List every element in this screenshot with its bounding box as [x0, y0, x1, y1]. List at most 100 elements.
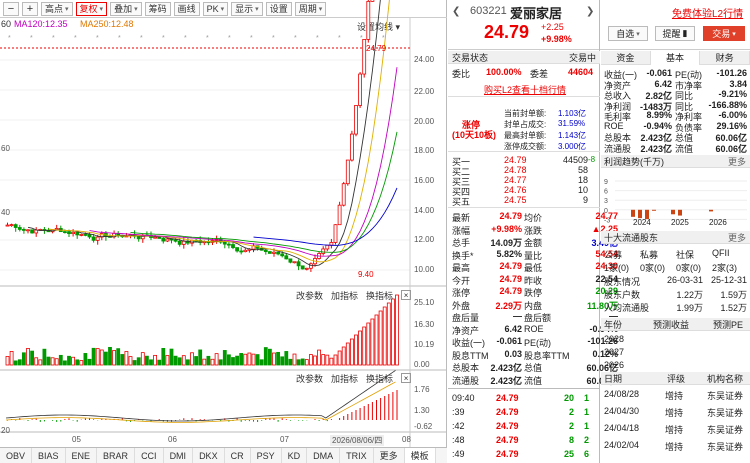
candle-body: [300, 265, 305, 270]
profit-axis-tick: 9: [604, 179, 608, 186]
close-icon[interactable]: ×: [401, 290, 412, 300]
quote-label: 今开: [452, 275, 471, 286]
divider: [448, 151, 600, 152]
volume-bar: [13, 360, 18, 366]
ma-line: [89, 67, 398, 257]
event-marker: *: [206, 35, 209, 42]
add-indicator-button[interactable]: 加指标: [331, 372, 358, 385]
event-marker: *: [96, 35, 99, 42]
candle-body: [173, 239, 178, 242]
volume-bar: [222, 350, 227, 366]
fund-value: -101.26: [716, 68, 747, 78]
more-link[interactable]: 更多: [728, 231, 746, 244]
quote-label: ROE: [524, 323, 544, 334]
candle-body: [95, 236, 100, 241]
candle-body: [358, 73, 363, 106]
candle-body: [9, 224, 14, 227]
rating-date: 24/04/30: [604, 406, 640, 416]
indicator-tab[interactable]: CCI: [135, 447, 164, 463]
fundamentals-tab[interactable]: 财务: [700, 50, 750, 65]
x-label: 05: [72, 435, 81, 444]
edit-params-button[interactable]: 改参数: [296, 289, 323, 302]
buy-level-price: 24.77: [504, 175, 527, 185]
volume-bar: [46, 356, 51, 366]
event-marker: *: [316, 35, 319, 42]
fundamentals-tab[interactable]: 基本: [650, 50, 701, 65]
event-marker: *: [294, 35, 297, 42]
candle-body: [5, 224, 10, 227]
low-price-mark: 9.40: [358, 270, 374, 279]
candle-body: [157, 236, 162, 239]
rating-header: 日期 评级 机构名称: [601, 372, 750, 385]
profit-bar: [671, 209, 675, 215]
volume-bar: [296, 359, 301, 366]
candle-body: [87, 234, 92, 238]
limit-up-days: (10天10板): [452, 130, 497, 140]
volume-bar: [317, 349, 322, 366]
edit-params-button[interactable]: 改参数: [296, 372, 323, 385]
close-icon[interactable]: ×: [401, 373, 412, 383]
candle-body: [136, 235, 141, 240]
holder-value: 1.22万: [676, 290, 703, 300]
volume-bar: [9, 350, 14, 366]
macd-tick: -0.62: [414, 422, 433, 431]
volume-bar: [173, 355, 178, 366]
volume-bar: [5, 356, 10, 366]
indicator-tab[interactable]: OBV: [0, 447, 33, 463]
indicator-tab[interactable]: BIAS: [32, 447, 66, 463]
swap-indicator-button[interactable]: 换指标: [366, 372, 393, 385]
indicator-tab[interactable]: ENE: [66, 447, 98, 463]
trade-status: 交易中: [568, 52, 596, 63]
buy-level-price: 24.75: [504, 195, 527, 205]
volume-bar: [214, 353, 219, 366]
add-indicator-button[interactable]: 加指标: [331, 289, 358, 302]
indicator-tab[interactable]: DMI: [164, 447, 194, 463]
buy-l2-link[interactable]: 购买L2查看十档行情: [484, 83, 566, 96]
volume-bar: [157, 359, 162, 366]
indicator-tab[interactable]: KD: [282, 447, 308, 463]
indicator-tab[interactable]: BRAR: [97, 447, 136, 463]
volume-bar: [337, 350, 342, 366]
event-marker: *: [272, 35, 275, 42]
candle-body: [370, 0, 375, 2]
kline-chart-panel[interactable]: − + 高点 ▾ 复权 ▾ 叠加 ▾ 筹码 画线 PK ▾ 显示 ▾ 设置 周期 ▾ 60 …: [0, 0, 447, 463]
rating-grade: 增持: [665, 391, 684, 401]
fundamentals-tab[interactable]: 资金: [601, 50, 651, 65]
tick-volume: 25: [563, 449, 574, 459]
indicator-tab[interactable]: PSY: [251, 447, 282, 463]
more-link[interactable]: 更多: [728, 155, 746, 168]
indicator-tab[interactable]: CR: [225, 447, 251, 463]
candle-body: [181, 240, 186, 245]
volume-bar: [304, 359, 309, 366]
indicator-tab[interactable]: 模板: [404, 447, 436, 463]
tick-volume: 8: [568, 435, 574, 445]
quote-value: 0.03: [504, 348, 522, 359]
volume-bar: [247, 352, 252, 366]
volume-bar: [75, 359, 80, 366]
indicator-tab[interactable]: DMA: [307, 447, 341, 463]
quote-value: 24.79: [499, 211, 522, 221]
indicator-tab[interactable]: TRIX: [340, 447, 374, 463]
indicator-tab[interactable]: DKX: [193, 447, 225, 463]
volume-bar: [165, 355, 170, 366]
swap-indicator-button[interactable]: 换指标: [366, 289, 393, 302]
year-label: 2025: [671, 218, 689, 227]
volume-bar: [42, 348, 47, 366]
candle-body: [284, 255, 289, 260]
tick-count: 6: [584, 449, 590, 459]
quote-label: 金额: [524, 238, 543, 248]
volume-bar: [169, 348, 174, 366]
volume-bar: [104, 351, 108, 366]
ma-line: [27, 0, 381, 267]
macd-tick: 1.30: [414, 406, 430, 415]
candle-body: [276, 251, 281, 255]
profit-axis-tick: 6: [604, 189, 608, 196]
left-axis-tick: 20: [1, 426, 10, 435]
rating-grade: 增持: [665, 442, 684, 452]
indicator-tab[interactable]: 更多: [374, 447, 405, 463]
candle-body: [272, 251, 276, 254]
rating-org: 东吴证券: [707, 408, 744, 418]
price-tick: 20.00: [414, 117, 435, 126]
tick-count: 2: [584, 435, 590, 445]
volume-bar: [144, 355, 149, 366]
